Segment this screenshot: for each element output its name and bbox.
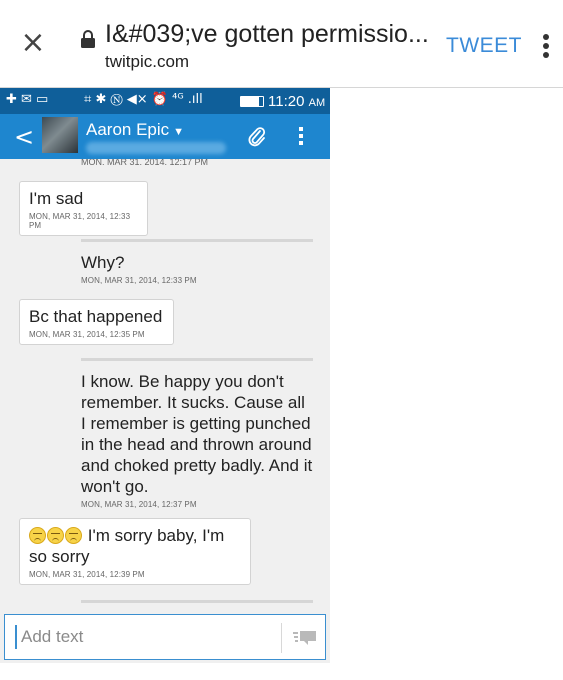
incoming-message[interactable]: I'm sorry baby, I'm so sorry MON, MAR 31… (19, 518, 251, 585)
lock-icon (81, 30, 95, 48)
frowning-face-icon (29, 527, 46, 544)
compose-box[interactable] (4, 614, 326, 660)
chevron-down-icon: ▼ (173, 126, 185, 138)
system-status-icons: ⌗ ✱ Ⓝ ◀× ⏰ ⁴ᴳ .ıll (84, 92, 203, 107)
frowning-face-icon (65, 527, 82, 544)
message-timestamp: MON, MAR 31, 2014, 12:37 PM (81, 500, 197, 509)
back-icon[interactable]: < (14, 123, 34, 151)
compose-bar (0, 611, 330, 663)
notification-icons: ✚ ✉ ▭ (6, 92, 49, 107)
message-text: Why? (81, 253, 125, 272)
browser-toolbar: × I&#039;ve gotten permissio... twitpic.… (0, 0, 563, 88)
message-timestamp: MON, MAR 31, 2014, 12:35 PM (29, 330, 145, 339)
message-timestamp: MON, MAR 31, 2014, 12:33 PM (81, 276, 197, 285)
tweet-button[interactable]: TWEET (446, 34, 522, 58)
avatar[interactable] (42, 117, 78, 153)
page-title: I&#039;ve gotten permissio... (105, 20, 429, 48)
battery-icon (240, 96, 264, 107)
message-text: I know. Be happy you don't remember. It … (81, 372, 313, 496)
message-input[interactable] (15, 625, 270, 649)
message-timestamp: MON, MAR 31, 2014, 12:39 PM (29, 570, 145, 579)
message-divider (81, 600, 313, 606)
incoming-message[interactable]: I'm sad MON, MAR 31, 2014, 12:33 PM (19, 181, 148, 236)
contact-name-text: Aaron Epic (86, 120, 170, 139)
status-time-value: 11:20 (268, 93, 305, 110)
status-bar: ✚ ✉ ▭ ⌗ ✱ Ⓝ ◀× ⏰ ⁴ᴳ .ıll 11:20 AM (0, 88, 330, 114)
overflow-menu-icon[interactable] (298, 127, 304, 147)
message-text-row: I'm sorry baby, I'm so sorry (29, 525, 241, 567)
status-time-ampm: AM (308, 97, 326, 109)
message-text: Bc that happened (29, 307, 163, 326)
send-icon[interactable] (293, 630, 317, 646)
outgoing-message[interactable]: Why? MON, MAR 31, 2014, 12:33 PM (81, 239, 313, 285)
conversation-header: < Aaron Epic ▼ (0, 114, 330, 159)
contact-name[interactable]: Aaron Epic ▼ (86, 120, 184, 140)
compose-divider (281, 623, 282, 653)
frowning-face-icon (47, 527, 64, 544)
cut-off-timestamp: MON, MAR 31, 2014, 12:17 PM (81, 159, 209, 165)
message-screenshot: ✚ ✉ ▭ ⌗ ✱ Ⓝ ◀× ⏰ ⁴ᴳ .ıll 11:20 AM < Aaro… (0, 88, 330, 663)
incoming-message[interactable]: Bc that happened MON, MAR 31, 2014, 12:3… (19, 299, 174, 345)
status-time: 11:20 AM (268, 93, 325, 110)
message-list: MON, MAR 31, 2014, 12:17 PM I'm sad MON,… (0, 159, 330, 611)
paperclip-icon[interactable] (248, 126, 266, 148)
more-vert-icon[interactable] (542, 34, 550, 60)
redacted-phone-number (86, 142, 226, 154)
message-timestamp: MON, MAR 31, 2014, 12:33 PM (29, 212, 131, 230)
close-icon[interactable]: × (20, 28, 46, 58)
message-text: I'm sad (29, 189, 84, 208)
page-domain: twitpic.com (105, 52, 190, 71)
outgoing-message[interactable]: I know. Be happy you don't remember. It … (81, 358, 313, 509)
